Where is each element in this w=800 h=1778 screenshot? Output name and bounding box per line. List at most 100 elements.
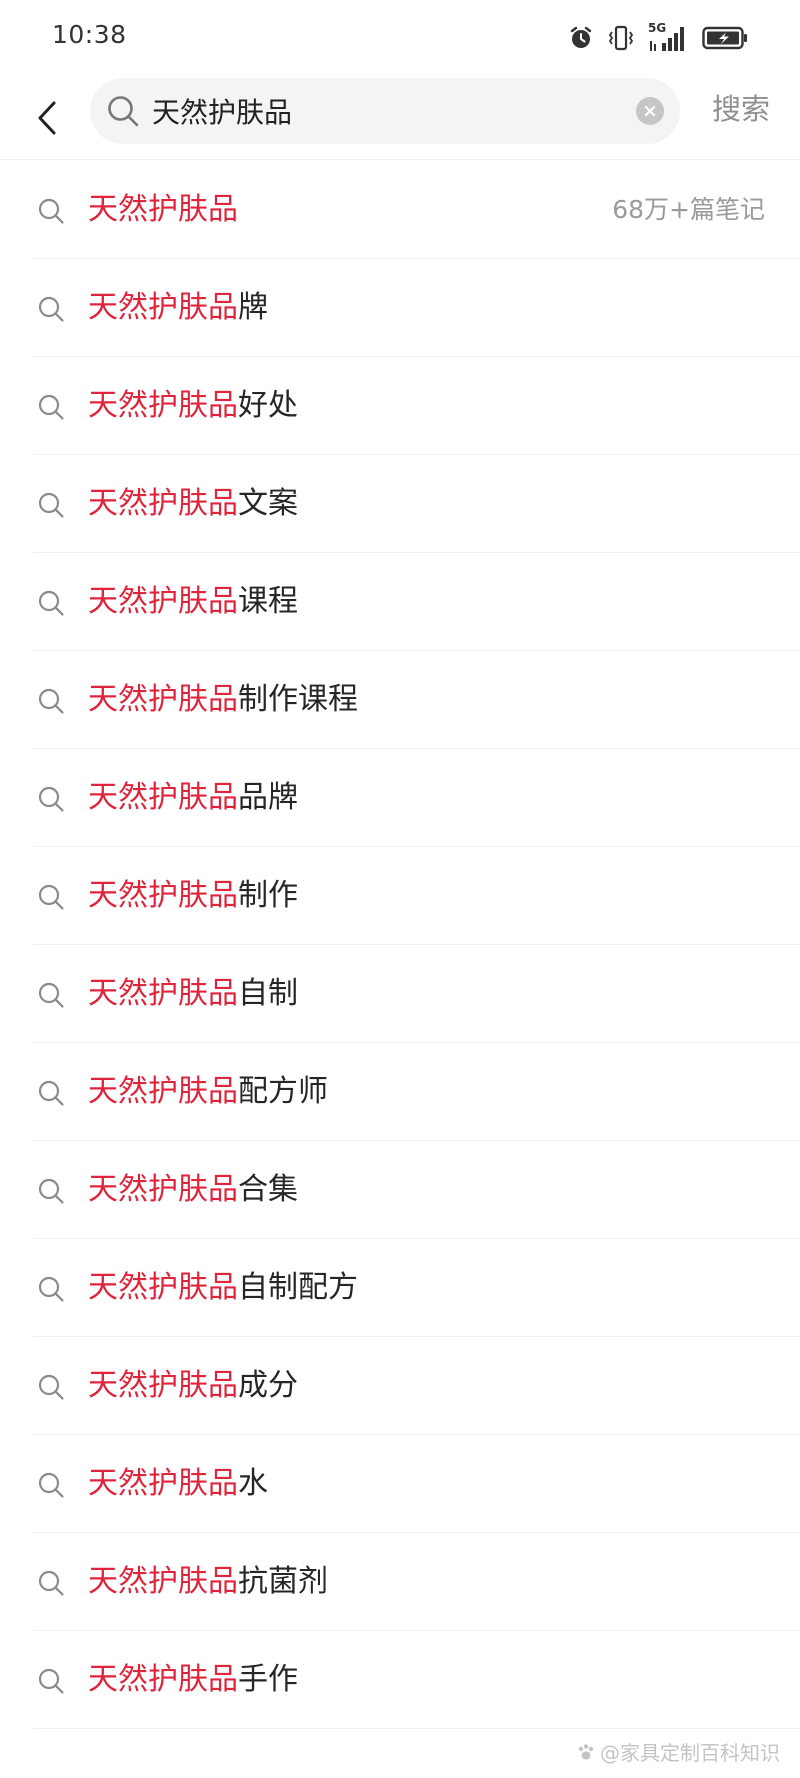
suggestion-text: 天然护肤品好处 [88, 357, 298, 455]
suggestion-keyword: 天然护肤品 [88, 486, 238, 521]
suggestion-keyword: 天然护肤品 [88, 976, 238, 1011]
suggestion-item-10[interactable]: 天然护肤品合集 [33, 1141, 800, 1239]
suggestion-keyword: 天然护肤品 [88, 388, 238, 423]
suggestion-text: 天然护肤品配方师 [88, 1043, 328, 1141]
search-icon [37, 491, 65, 523]
suggestion-item-9[interactable]: 天然护肤品配方师 [33, 1043, 800, 1141]
suggestion-suffix: 好处 [238, 388, 298, 423]
suggestion-suffix: 制作课程 [238, 682, 358, 717]
watermark: @家具定制百科知识 [576, 1737, 780, 1766]
search-header: 搜索 [0, 76, 800, 160]
status-bar: 10:38 5G [0, 0, 800, 76]
suggestion-text: 天然护肤品品牌 [88, 749, 298, 847]
search-icon [37, 687, 65, 719]
suggestion-item-0[interactable]: 天然护肤品 68万+篇笔记 [33, 161, 800, 259]
search-box[interactable] [90, 78, 680, 144]
suggestion-suffix: 合集 [238, 1172, 298, 1207]
suggestion-list: 天然护肤品 68万+篇笔记 天然护肤品牌 天然护肤品好处 天然护肤品文案 天然护… [0, 161, 800, 1729]
suggestion-item-13[interactable]: 天然护肤品水 [33, 1435, 800, 1533]
suggestion-keyword: 天然护肤品 [88, 290, 238, 325]
suggestion-item-3[interactable]: 天然护肤品文案 [33, 455, 800, 553]
search-icon [37, 1373, 65, 1405]
search-icon [37, 1569, 65, 1601]
paw-icon [578, 1743, 594, 1759]
battery-icon [702, 26, 748, 50]
suggestion-suffix: 成分 [238, 1368, 298, 1403]
suggestion-keyword: 天然护肤品 [88, 1074, 238, 1109]
suggestion-text: 天然护肤品水 [88, 1435, 268, 1533]
watermark-text: @家具定制百科知识 [600, 1741, 780, 1765]
search-icon [37, 883, 65, 915]
suggestion-suffix: 抗菌剂 [238, 1564, 328, 1599]
suggestion-text: 天然护肤品 [88, 161, 238, 259]
suggestion-keyword: 天然护肤品 [88, 584, 238, 619]
suggestion-item-12[interactable]: 天然护肤品成分 [33, 1337, 800, 1435]
suggestion-text: 天然护肤品课程 [88, 553, 298, 651]
suggestion-item-4[interactable]: 天然护肤品课程 [33, 553, 800, 651]
suggestion-suffix: 文案 [238, 486, 298, 521]
clear-icon [644, 105, 656, 117]
search-icon [106, 94, 140, 132]
suggestion-text: 天然护肤品牌 [88, 259, 268, 357]
suggestion-suffix: 自制配方 [238, 1270, 358, 1305]
suggestion-keyword: 天然护肤品 [88, 1662, 238, 1697]
suggestion-text: 天然护肤品合集 [88, 1141, 298, 1239]
suggestion-suffix: 水 [238, 1466, 268, 1501]
suggestion-item-11[interactable]: 天然护肤品自制配方 [33, 1239, 800, 1337]
search-button[interactable]: 搜索 [712, 84, 770, 134]
suggestion-keyword: 天然护肤品 [88, 878, 238, 913]
suggestion-text: 天然护肤品自制配方 [88, 1239, 358, 1337]
suggestion-item-6[interactable]: 天然护肤品品牌 [33, 749, 800, 847]
clear-button[interactable] [636, 97, 664, 125]
search-icon [37, 197, 65, 229]
suggestion-item-1[interactable]: 天然护肤品牌 [33, 259, 800, 357]
suggestion-suffix: 品牌 [238, 780, 298, 815]
search-icon [37, 1667, 65, 1699]
vibrate-icon [608, 24, 634, 52]
suggestion-text: 天然护肤品文案 [88, 455, 298, 553]
search-icon [37, 1079, 65, 1111]
suggestion-item-15[interactable]: 天然护肤品手作 [33, 1631, 800, 1729]
suggestion-keyword: 天然护肤品 [88, 682, 238, 717]
search-icon [37, 1471, 65, 1503]
suggestion-text: 天然护肤品制作课程 [88, 651, 358, 749]
suggestion-keyword: 天然护肤品 [88, 1270, 238, 1305]
search-icon [37, 393, 65, 425]
search-icon [37, 295, 65, 327]
suggestion-text: 天然护肤品成分 [88, 1337, 298, 1435]
suggestion-suffix: 课程 [238, 584, 298, 619]
search-icon [37, 1177, 65, 1209]
suggestion-keyword: 天然护肤品 [88, 1172, 238, 1207]
search-icon [37, 1275, 65, 1307]
suggestion-suffix: 手作 [238, 1662, 298, 1697]
suggestion-text: 天然护肤品制作 [88, 847, 298, 945]
suggestion-item-8[interactable]: 天然护肤品自制 [33, 945, 800, 1043]
alarm-icon [568, 25, 594, 51]
suggestion-item-2[interactable]: 天然护肤品好处 [33, 357, 800, 455]
suggestion-suffix: 牌 [238, 290, 268, 325]
suggestion-text: 天然护肤品手作 [88, 1631, 298, 1729]
suggestion-keyword: 天然护肤品 [88, 1564, 238, 1599]
suggestion-keyword: 天然护肤品 [88, 192, 238, 227]
chevron-left-icon [38, 101, 56, 135]
status-time: 10:38 [52, 20, 127, 49]
suggestion-keyword: 天然护肤品 [88, 1466, 238, 1501]
search-icon [37, 981, 65, 1013]
suggestion-text: 天然护肤品抗菌剂 [88, 1533, 328, 1631]
suggestion-text: 天然护肤品自制 [88, 945, 298, 1043]
signal-icon: 5G [648, 21, 688, 53]
back-button[interactable] [22, 90, 72, 146]
search-input[interactable] [152, 86, 612, 136]
suggestion-item-5[interactable]: 天然护肤品制作课程 [33, 651, 800, 749]
search-icon [37, 785, 65, 817]
suggestion-suffix: 自制 [238, 976, 298, 1011]
suggestion-suffix: 制作 [238, 878, 298, 913]
suggestion-keyword: 天然护肤品 [88, 780, 238, 815]
suggestion-item-7[interactable]: 天然护肤品制作 [33, 847, 800, 945]
note-count: 68万+篇笔记 [612, 195, 765, 224]
suggestion-keyword: 天然护肤品 [88, 1368, 238, 1403]
status-icons: 5G [568, 21, 748, 54]
suggestion-item-14[interactable]: 天然护肤品抗菌剂 [33, 1533, 800, 1631]
suggestion-suffix: 配方师 [238, 1074, 328, 1109]
search-icon [37, 589, 65, 621]
